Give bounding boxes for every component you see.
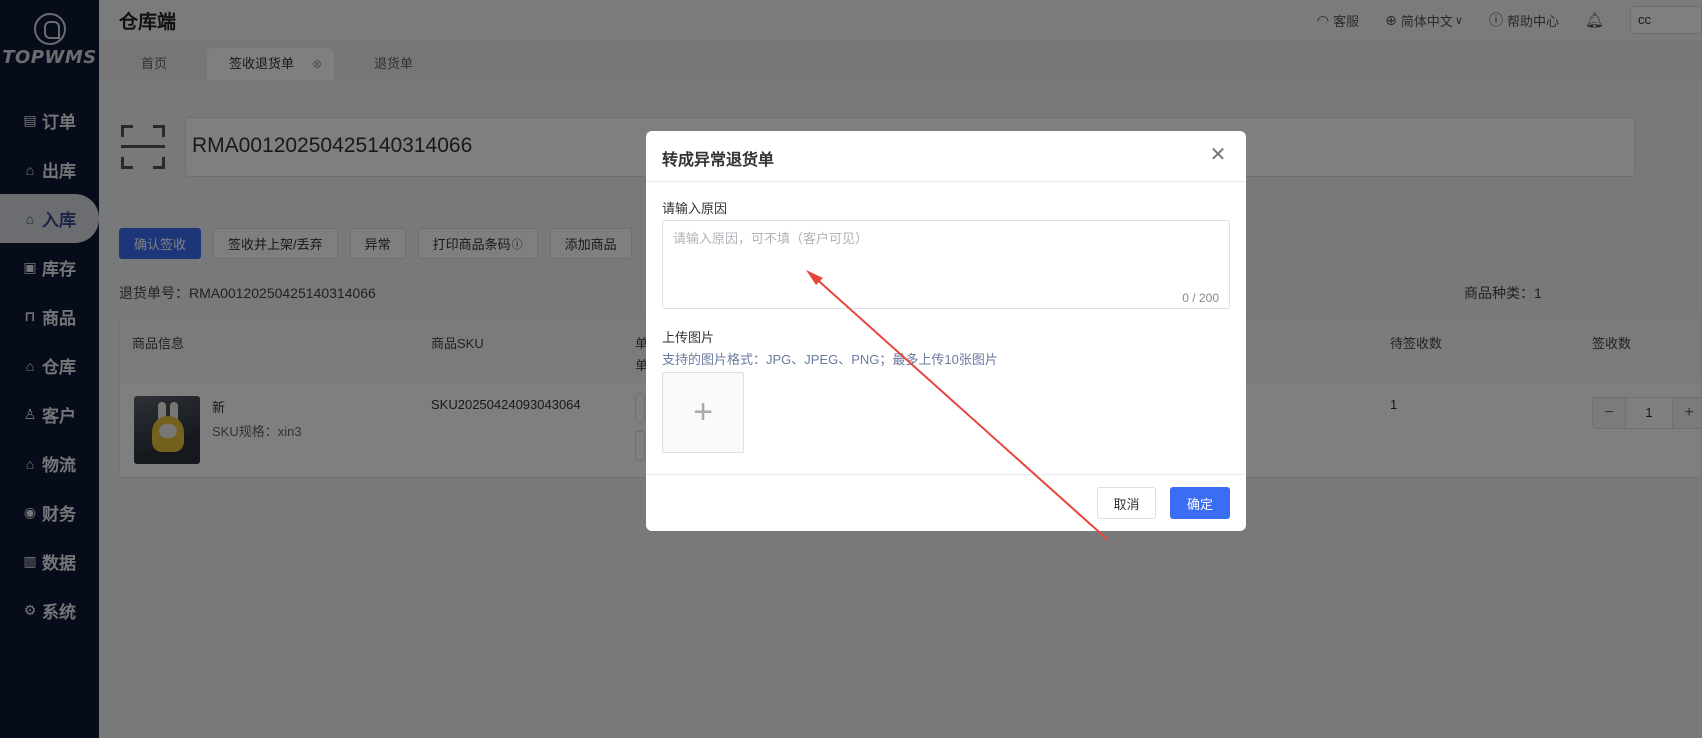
confirm-button[interactable]: 确定 xyxy=(1170,487,1230,519)
cancel-button[interactable]: 取消 xyxy=(1097,487,1156,519)
abnormal-return-dialog: 转成异常退货单 ✕ 请输入原因 请输入原因，可不填（客户可见） 0 / 200 … xyxy=(646,131,1246,531)
upload-image-button[interactable]: + xyxy=(662,372,744,453)
dialog-footer: 取消 确定 xyxy=(646,474,1246,531)
inbound-icon: ⌂ xyxy=(25,210,35,227)
sidebar-item-label: 入库 xyxy=(42,211,76,230)
upload-label: 上传图片 xyxy=(662,330,715,345)
upload-hint: 支持的图片格式：JPG、JPEG、PNG；最多上传10张图片 xyxy=(662,352,998,367)
reason-label: 请输入原因 xyxy=(662,201,728,216)
reason-textarea[interactable]: 请输入原因，可不填（客户可见） 0 / 200 xyxy=(662,220,1230,309)
dialog-header: 转成异常退货单 ✕ xyxy=(646,131,1246,182)
plus-icon: + xyxy=(693,393,713,431)
close-icon[interactable]: ✕ xyxy=(1206,143,1230,167)
dialog-title: 转成异常退货单 xyxy=(662,152,775,169)
reason-placeholder: 请输入原因，可不填（客户可见） xyxy=(673,231,869,246)
char-counter: 0 / 200 xyxy=(1182,291,1219,305)
